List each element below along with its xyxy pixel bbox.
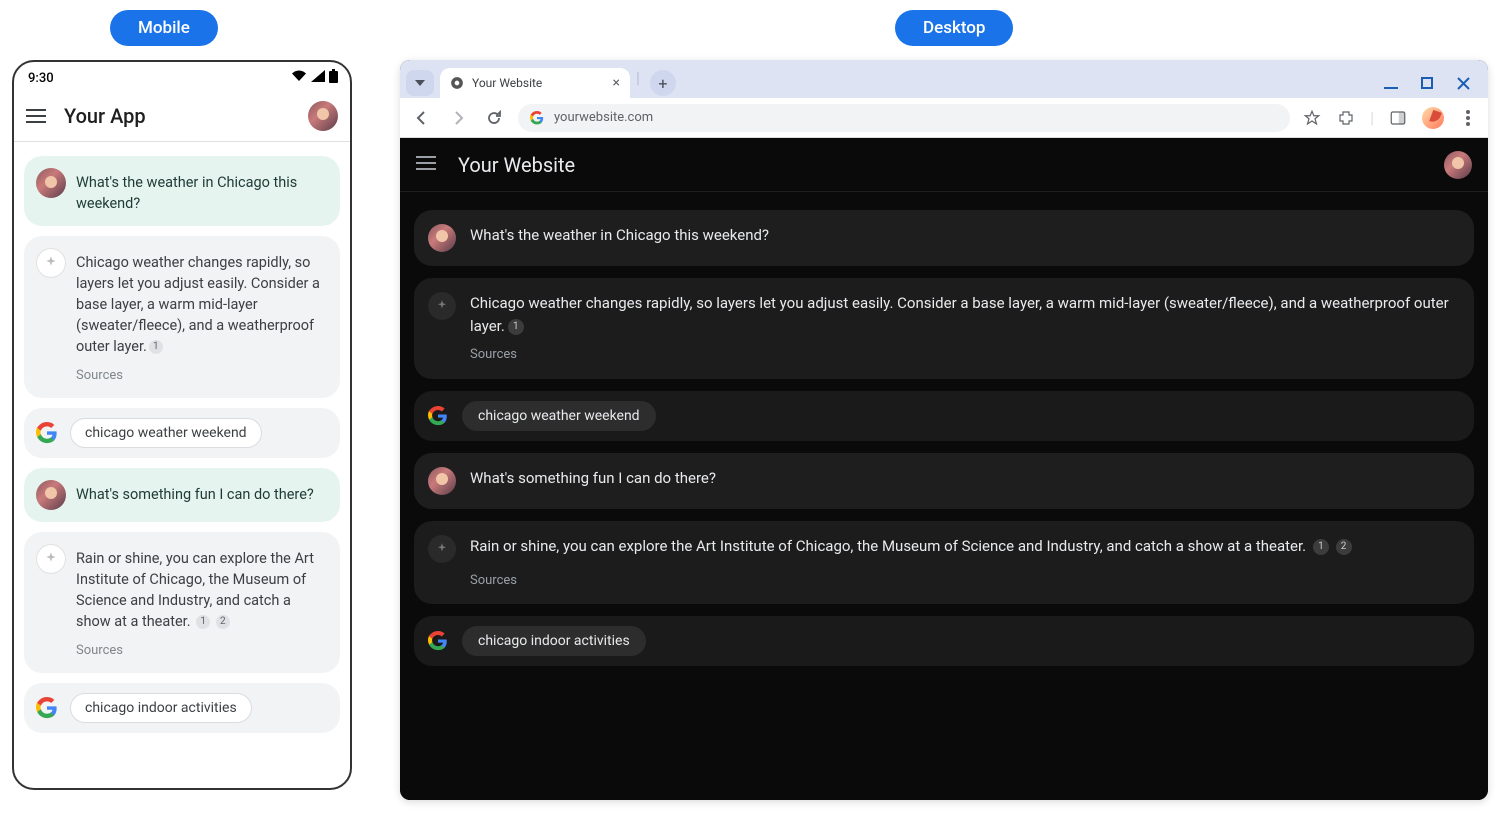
sparkle-icon [428,292,456,320]
user-avatar[interactable] [1444,151,1472,179]
close-tab-icon[interactable]: × [613,75,620,91]
search-chip[interactable]: chicago weather weekend [462,401,656,431]
ai-message: Chicago weather changes rapidly, so laye… [24,236,340,398]
window-maximize-icon[interactable] [1418,74,1436,92]
profile-avatar[interactable] [1422,107,1444,129]
desktop-chat: What's the weather in Chicago this weeke… [400,192,1488,800]
user-message: What's something fun I can do there? [24,468,340,522]
citation-badge[interactable]: 1 [1313,539,1329,555]
app-title: Your App [64,104,290,128]
url-field[interactable]: yourwebsite.com [518,104,1290,132]
site-title: Your Website [458,153,1422,177]
message-text: What's something fun I can do there? [76,480,326,505]
ai-message: Rain or shine, you can explore the Art I… [414,521,1474,605]
clock: 9:30 [28,71,54,86]
sources-label[interactable]: Sources [36,638,123,661]
message-text: Rain or shine, you can explore the Art I… [76,544,326,632]
sparkle-icon [36,544,66,574]
search-chip[interactable]: chicago weather weekend [70,418,262,448]
user-message: What's the weather in Chicago this weeke… [414,210,1474,266]
back-button[interactable] [410,106,434,130]
sparkle-icon [428,535,456,563]
status-bar: 9:30 [14,62,350,90]
message-text: Chicago weather changes rapidly, so laye… [76,248,326,357]
search-chip[interactable]: chicago indoor activities [462,626,646,656]
menu-icon[interactable] [416,155,436,174]
tab-favicon-icon [450,76,464,90]
search-chip[interactable]: chicago indoor activities [70,693,252,723]
google-logo-icon [428,406,448,426]
message-text: Rain or shine, you can explore the Art I… [470,535,1352,558]
search-suggestion-card: chicago indoor activities [24,683,340,733]
user-message: What's the weather in Chicago this weeke… [24,156,340,226]
message-text: What's the weather in Chicago this weeke… [470,224,769,247]
message-text: Chicago weather changes rapidly, so laye… [470,292,1458,337]
desktop-browser-frame: Your Website × | + yourwebsite.com | [400,60,1488,800]
window-minimize-icon[interactable] [1382,74,1400,92]
user-avatar-icon [428,467,456,495]
battery-icon [329,69,338,87]
user-avatar[interactable] [308,101,338,131]
window-close-icon[interactable] [1454,74,1472,92]
forward-button[interactable] [446,106,470,130]
url-text: yourwebsite.com [554,110,653,125]
ai-message: Chicago weather changes rapidly, so laye… [414,278,1474,379]
sources-label[interactable]: Sources [36,363,123,386]
kebab-menu-icon[interactable] [1458,108,1478,128]
ai-message: Rain or shine, you can explore the Art I… [24,532,340,673]
extensions-icon[interactable] [1336,108,1356,128]
google-logo-icon [36,697,58,719]
cell-signal-icon [311,70,325,86]
google-logo-icon [428,631,448,651]
bookmark-star-icon[interactable] [1302,108,1322,128]
side-panel-icon[interactable] [1388,108,1408,128]
mobile-device-frame: 9:30 Your App What's the weather in Chic… [12,60,352,790]
mobile-label: Mobile [110,10,218,46]
reload-button[interactable] [482,106,506,130]
message-text: What's the weather in Chicago this weeke… [76,168,326,214]
menu-icon[interactable] [26,109,46,123]
citation-badge[interactable]: 1 [149,340,163,354]
browser-tab[interactable]: Your Website × [440,68,630,98]
new-tab-button[interactable]: + [650,70,676,96]
tab-search-button[interactable] [406,70,434,96]
search-suggestion-card: chicago weather weekend [414,391,1474,441]
site-header: Your Website [400,138,1488,192]
mobile-chat: What's the weather in Chicago this weeke… [14,142,350,788]
citation-badge[interactable]: 2 [1336,539,1352,555]
user-avatar-icon [428,224,456,252]
message-text: What's something fun I can do there? [470,467,716,490]
desktop-label: Desktop [895,10,1013,46]
sources-label[interactable]: Sources [428,571,517,591]
google-logo-icon [36,422,58,444]
google-favicon-icon [530,111,544,125]
mobile-app-bar: Your App [14,90,350,142]
tab-title: Your Website [472,76,542,90]
tab-strip: Your Website × | + [400,60,1488,98]
citation-badge[interactable]: 1 [196,615,210,629]
website-viewport: Your Website What's the weather in Chica… [400,138,1488,800]
sources-label[interactable]: Sources [428,345,517,365]
wifi-icon [291,70,307,86]
address-bar: yourwebsite.com | [400,98,1488,138]
search-suggestion-card: chicago weather weekend [24,408,340,458]
citation-badge[interactable]: 2 [216,615,230,629]
user-avatar-icon [36,168,66,198]
sparkle-icon [36,248,66,278]
citation-badge[interactable]: 1 [508,319,524,335]
user-avatar-icon [36,480,66,510]
user-message: What's something fun I can do there? [414,453,1474,509]
search-suggestion-card: chicago indoor activities [414,616,1474,666]
